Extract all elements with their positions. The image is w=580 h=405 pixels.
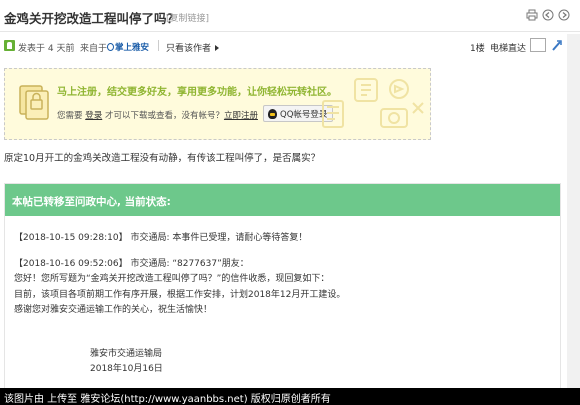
reply-line-answer: 目前，该项目各项前期工作有序开展，根据工作安排，计划2018年12月开工建设。 (14, 290, 346, 300)
caret-right-icon (215, 45, 220, 51)
only-author-link[interactable]: 只看该作者 (166, 41, 220, 54)
promo-middle: 才可以下载或查看，没有帐号？ (104, 111, 224, 121)
goto-floor-icon[interactable] (551, 39, 563, 51)
thread-title-bar: 金鸡关开挖改造工程叫停了吗？ [复制链接] (0, 0, 580, 32)
reply-signature-org: 雅安市交通运输局 (90, 349, 163, 359)
image-watermark-footer: 该图片由 上传至 雅安论坛(http://www.yaanbbs.net) 版权… (0, 388, 580, 405)
login-link[interactable]: 登录 (85, 111, 102, 121)
print-icon[interactable] (526, 9, 538, 21)
post-content: 原定10月开工的金鸡关改造工程没有动静，有传该工程叫停了，是否属实？ (4, 153, 321, 164)
promo-decoration-icons (322, 78, 424, 128)
floor-number: 1楼 (470, 44, 485, 54)
app-logo-icon (107, 43, 114, 51)
post-meta-bar: 发表于 4 天前 来自于 掌上雅安 只看该作者 1楼 电梯直达 (0, 36, 580, 56)
title-actions (526, 9, 570, 21)
previous-thread-icon[interactable] (542, 9, 554, 21)
page-scrollbar[interactable] (567, 34, 580, 388)
reply-line-closing: 感谢您对雅安交通运输工作的关心，祝生活愉快！ (14, 305, 213, 315)
promo-login-prompt: 您需要 登录 才可以下载或查看，没有帐号？立即注册 (57, 109, 258, 121)
divider (158, 40, 159, 51)
app-name: 掌上雅安 (115, 43, 150, 53)
register-docs-icon (19, 85, 49, 120)
reply-line-greeting: 您好！您所写题为“金鸡关开挖改造工程叫停了吗？”的信件收悉，现回复如下： (14, 274, 330, 284)
reply-signature-date: 2018年10月16日 (90, 364, 163, 374)
government-reply-panel: 本帖已转移至问政中心, 当前状态: 【2018-10-15 09:28:10】 … (4, 183, 561, 405)
thread-title: 金鸡关开挖改造工程叫停了吗？ (4, 11, 180, 26)
reply-panel-header: 本帖已转移至问政中心, 当前状态: (5, 184, 560, 216)
goto-floor-label: 电梯直达 (490, 44, 527, 54)
online-user-icon (4, 40, 15, 51)
only-author-label: 只看该作者 (166, 44, 212, 54)
app-source-logo[interactable]: 掌上雅安 (107, 41, 149, 53)
qq-icon (268, 108, 277, 119)
reply-line-accepted: 【2018-10-15 09:28:10】 市交通局: 本事件已受理，请耐心等待… (14, 233, 308, 243)
register-promo-banner: 马上注册，结交更多好友，享用更多功能，让你轻松玩转社区。 您需要 登录 才可以下… (4, 68, 431, 140)
register-link[interactable]: 立即注册 (224, 111, 258, 121)
promo-prefix: 您需要 (57, 111, 83, 121)
post-time: 发表于 4 天前 (18, 44, 75, 54)
copy-link-button[interactable]: [复制链接] (166, 11, 209, 24)
from-label: 来自于 (80, 44, 108, 54)
goto-floor-input[interactable] (530, 38, 546, 52)
next-thread-icon[interactable] (558, 9, 570, 21)
reply-line-response-header: 【2018-10-16 09:52:06】 市交通局: “8277637”朋友： (14, 259, 249, 269)
